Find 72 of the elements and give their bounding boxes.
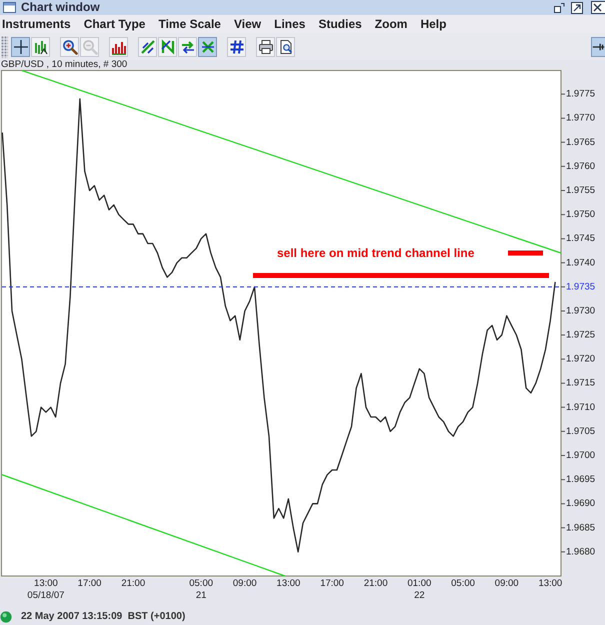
maximize-icon[interactable] [571,2,583,14]
annotation-text: sell here on mid trend channel line [277,246,474,260]
y-axis-label: 1.9735 [566,281,596,292]
status-text: 22 May 2007 13:15:09 BST (+0100) [21,611,186,622]
y-axis-label: 1.9745 [566,233,596,244]
y-axis-label: 1.9700 [566,450,596,462]
y-axis-label: 1.9690 [566,498,596,510]
y-axis-label: 1.9680 [566,546,596,558]
x-axis-label: 17:00 [320,578,344,588]
x-axis-label: 17:00 [78,578,102,588]
crosshair-icon [12,38,28,54]
crossed-lines-icon [200,38,216,54]
print-preview-button[interactable] [276,36,295,56]
x-axis-label: 21:00 [364,578,388,588]
menu-item[interactable]: Lines [274,16,306,32]
y-axis-label: 1.9775 [566,88,596,100]
bar-chart-button[interactable] [109,36,128,56]
trend-line-button[interactable] [138,36,157,56]
x-axis-label: 09:00 [494,578,519,588]
print-icon [258,38,274,54]
zigzag-line-icon [160,38,176,54]
y-axis-label: 1.9760 [566,160,596,172]
window-icon [3,2,16,13]
grid-icon [228,38,244,54]
minimize-icon[interactable] [554,2,565,13]
x-axis-label: 13:00 [276,578,300,588]
arrows-button[interactable] [178,36,197,56]
zoom-in-button[interactable] [60,36,79,56]
column-chart-icon [32,38,48,54]
menu-item[interactable]: Studies [318,16,362,32]
x-axis-label: 09:00 [232,578,257,588]
y-axis-label: 1.9705 [566,426,596,437]
column-chart-button[interactable] [31,36,50,56]
grid-button[interactable] [227,36,246,56]
menu-item[interactable]: Instruments [2,16,71,32]
print-button[interactable] [256,36,275,56]
pin-button[interactable] [591,36,605,56]
y-axis-label: 1.9715 [566,378,596,389]
zoom-in-icon [62,38,78,54]
x-axis-label: 21:00 [121,578,146,588]
x-axis-label: 13:00 [538,578,562,588]
y-axis-label: 1.9710 [566,402,596,413]
toolbar-grip[interactable] [1,36,8,58]
y-axis-label: 1.9750 [566,209,596,220]
x-axis-label: 05:00 21 [189,578,214,600]
x-axis-label: 01:00 22 [408,578,432,600]
y-axis-label: 1.9740 [566,257,596,268]
menu-item[interactable]: Zoom [374,16,408,32]
menu-item[interactable]: View [234,16,262,32]
y-axis-label: 1.9730 [566,305,596,316]
window-title: Chart window [21,0,100,15]
arrows-icon [180,38,196,54]
y-axis-label: 1.9685 [566,522,596,534]
y-axis-label: 1.9725 [566,330,596,341]
y-axis-label: 1.9765 [566,136,596,148]
menu-item[interactable]: Time Scale [158,16,221,32]
menu-item[interactable]: Chart Type [84,16,146,32]
y-axis-label: 1.9720 [566,354,596,365]
y-axis-label: 1.9755 [566,184,596,196]
y-axis-label: 1.9770 [566,112,596,124]
close-icon[interactable] [591,1,605,14]
crosshair-button[interactable] [11,36,30,56]
crossed-lines-button[interactable] [198,36,217,56]
chart-title: GBP/USD , 10 minutes, # 300 [0,60,128,70]
x-axis-label: 05:00 [451,578,475,588]
print-preview-icon [278,38,294,54]
x-axis-label: 13:00 05/18/07 [27,578,64,600]
menu-item[interactable]: Help [420,16,446,32]
zoom-out-icon [82,38,98,54]
y-axis-label: 1.9695 [566,474,596,486]
zigzag-line-button[interactable] [158,36,177,56]
trend-line-icon [140,38,156,54]
